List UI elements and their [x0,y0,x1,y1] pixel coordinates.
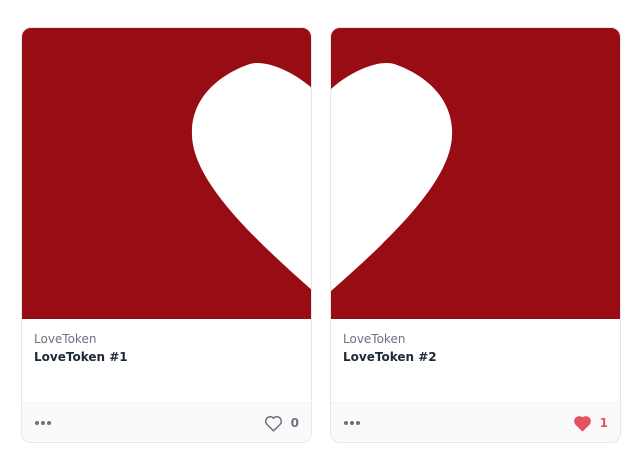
more-horizontal-icon [35,421,51,425]
card-info: LoveToken LoveToken #2 [331,319,620,401]
nft-artwork[interactable] [22,28,311,319]
token-name[interactable]: LoveToken #1 [34,350,128,364]
right-half-heart-artwork [331,28,620,319]
nft-card-grid: LoveToken LoveToken #1 0 LoveToken LoveT… [0,0,642,459]
heart-filled-icon [573,415,591,431]
left-half-heart-artwork [22,28,311,319]
collection-name[interactable]: LoveToken [34,332,96,346]
nft-card[interactable]: LoveToken LoveToken #1 0 [21,27,312,443]
heart-outline-icon [264,415,282,432]
like-button[interactable]: 0 [264,413,299,433]
card-footer: 0 [22,402,311,442]
more-options-button[interactable] [34,413,58,433]
token-name[interactable]: LoveToken #2 [343,350,437,364]
like-button[interactable]: 1 [573,413,608,433]
nft-card[interactable]: LoveToken LoveToken #2 1 [330,27,621,443]
more-options-button[interactable] [343,413,367,433]
more-horizontal-icon [344,421,360,425]
like-count: 0 [290,416,299,430]
card-footer: 1 [331,402,620,442]
like-count: 1 [599,416,608,430]
nft-artwork[interactable] [331,28,620,319]
collection-name[interactable]: LoveToken [343,332,405,346]
card-info: LoveToken LoveToken #1 [22,319,311,401]
